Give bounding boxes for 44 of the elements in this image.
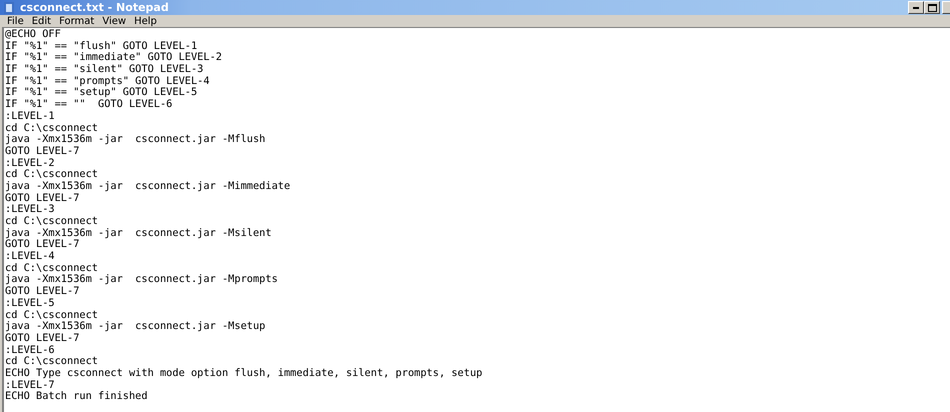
text-line: cd C:\csconnect	[5, 310, 99, 321]
text-line: cd C:\csconnect	[5, 216, 99, 228]
window-title: csconnect.txt - Notepad	[20, 1, 170, 14]
maximize-icon	[928, 4, 936, 12]
text-line: ECHO Batch run finished	[5, 391, 149, 403]
text-line: :LEVEL-1	[5, 110, 56, 122]
text-line: java -Xmx1536m -jar csconnect.jar -Mimmediate	[5, 180, 292, 193]
text-line: java -Xmx1536m -jar csconnect.jar -Msetup	[5, 321, 266, 333]
text-line: IF "%1" == "prompts" GOTO LEVEL-4	[5, 76, 211, 87]
text-line: cd C:\csconnect	[5, 122, 99, 134]
menu-item[interactable]: Edit	[28, 16, 56, 26]
text-line: @ECHO OFF	[5, 29, 62, 41]
text-line: java -Xmx1536m -jar csconnect.jar -Mprompts	[5, 274, 279, 286]
menu-item[interactable]: Help	[130, 16, 161, 26]
text-line: cd C:\csconnect	[5, 169, 99, 181]
text-line: :LEVEL-7	[5, 380, 56, 391]
text-line: java -Xmx1536m -jar csconnect.jar -Msilent	[5, 228, 273, 239]
text-line: :LEVEL-3	[5, 204, 56, 216]
text-line: GOTO LEVEL-7	[5, 192, 80, 204]
text-line: IF "%1" == "setup" GOTO LEVEL-5	[5, 87, 198, 99]
menu-item[interactable]: File	[3, 16, 28, 26]
text-line: GOTO LEVEL-7	[5, 286, 80, 298]
text-line: IF "%1" == "" GOTO LEVEL-6	[5, 99, 174, 111]
text-line: GOTO LEVEL-7	[5, 146, 80, 158]
minimize-icon	[913, 6, 919, 8]
text-line: IF "%1" == "immediate" GOTO LEVEL-2	[5, 52, 223, 64]
menu-item[interactable]: Format	[55, 16, 98, 26]
text-line: :LEVEL-6	[5, 344, 56, 356]
text-line: :LEVEL-4	[5, 251, 56, 263]
text-area[interactable]	[2, 27, 950, 412]
minimize-button[interactable]	[908, 1, 924, 14]
text-line: IF "%1" == "flush" GOTO LEVEL-1	[5, 40, 198, 52]
text-line: :LEVEL-5	[5, 298, 56, 310]
text-line: ECHO Type csconnect with mode option flush, immediate, silent, prompts, setup	[5, 368, 484, 380]
text-line: :LEVEL-2	[5, 158, 56, 169]
text-line: java -Xmx1536m -jar csconnect.jar -Mflush	[5, 134, 266, 146]
text-line: GOTO LEVEL-7	[5, 239, 80, 252]
notepad-icon	[2, 0, 16, 14]
menu-item[interactable]: View	[98, 16, 130, 26]
text-line: GOTO LEVEL-7	[5, 332, 80, 345]
maximize-button[interactable]	[924, 1, 940, 14]
text-line: cd C:\csconnect	[5, 262, 99, 274]
text-line: IF "%1" == "silent" GOTO LEVEL-3	[5, 64, 204, 76]
text-line: cd C:\csconnect	[5, 356, 99, 368]
